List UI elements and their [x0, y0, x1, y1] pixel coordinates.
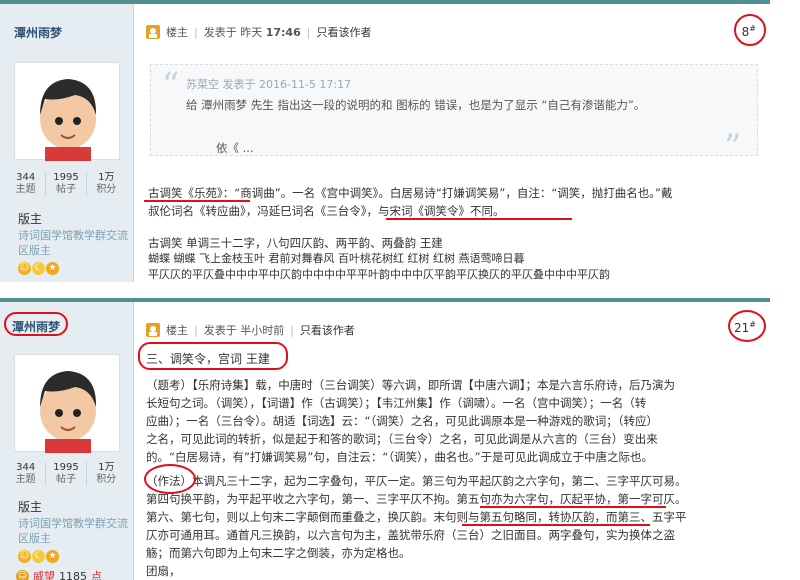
stat-credits[interactable]: 1万 积分	[87, 172, 126, 196]
smiley-medal-icon[interactable]: ☺	[18, 262, 31, 275]
owner-label: 楼主	[166, 324, 188, 337]
stat-topics[interactable]: 344 主题	[6, 462, 47, 486]
annotation-underline-4	[462, 524, 650, 526]
reputation-row: ☺ 威望 1185 点	[16, 568, 102, 580]
zuofa-line: 第六、第七句，则以上句末二字颠倒而重叠之，换仄韵。末句则与第五句略同，转协仄韵，…	[146, 510, 687, 524]
kaozheng-line: （题考）【乐府诗集】载，中唐时（三台调笑）等六调，即所谓【中唐六调】；本是六言乐…	[146, 378, 675, 392]
author-stats: 344 主题 1995 帖子 1万 积分	[6, 172, 126, 196]
zuofa-line: 觞；而第六句即为上句末二字之倒装，亦为定格也。	[146, 546, 411, 560]
zuofa-annotation-circle	[144, 464, 196, 494]
reputation-value: 1185	[59, 569, 87, 580]
floor-annotation-circle	[728, 310, 766, 342]
kaozheng-line: 之名，可见此词的转折，似是起于和答的歌词；（三台令）之名，可见此调是从六言的（三…	[146, 432, 658, 446]
avatar[interactable]	[14, 62, 120, 161]
poster-icon	[146, 323, 160, 337]
stat-credits[interactable]: 1万 积分	[87, 462, 126, 486]
post-floor-8: 潭州雨梦 344 主题 1995 帖子 1万 积分 版主 诗词国学馆教学群交流区…	[0, 0, 770, 282]
author-stats: 344 主题 1995 帖子 1万 积分	[6, 462, 126, 486]
user-rank: 版主	[18, 500, 43, 514]
zuofa-line: 团扇，	[146, 564, 181, 578]
only-author-link[interactable]: 只看该作者	[300, 322, 355, 338]
user-rank: 版主	[18, 212, 43, 226]
post-date: 发表于 昨天	[203, 26, 263, 39]
author-sidebar: 潭州雨梦 344 主题 1995 帖子 1万 积分 版主 诗词国学馆教学群交流区…	[0, 302, 134, 580]
post-content: 楼主 | 发表于 昨天 17:46 | 只看该作者 8# “ ” 苏菜空 发表于…	[134, 4, 770, 282]
stat-topics[interactable]: 344 主题	[6, 172, 47, 196]
moon-medal-icon[interactable]: ☾	[32, 550, 45, 563]
zuofa-line: 仄亦可通用耳。通首凡三换韵，以六言句为主，盖犹带乐府（三台）之旧面目。两字叠句，…	[146, 528, 675, 542]
kaozheng-line: 的。“白居易诗，有”打嫌调笑易”句，自注云：“（调笑），曲名也。”于是可见此调成…	[146, 450, 654, 464]
annotation-underline-2	[386, 218, 572, 220]
floor-annotation-circle	[734, 14, 766, 46]
quote-tail: 依《 ...	[216, 141, 254, 155]
para2-line3: 平仄仄的平仄叠中中中平中仄韵中中中中平平叶韵中中中仄平韵平仄换仄的平仄叠中中中平…	[148, 268, 610, 281]
name-annotation-circle	[4, 312, 68, 336]
only-author-link[interactable]: 只看该作者	[316, 24, 371, 40]
post-meta: 楼主 | 发表于 半小时前 | 只看该作者	[146, 322, 355, 338]
open-quote-icon: “	[162, 65, 180, 105]
zuofa-line: （作法）本调凡三十二字，起为二字叠句，平仄一定。第三句为平起仄韵之六字句，第二、…	[146, 474, 687, 488]
post-time: 17:46	[265, 25, 301, 39]
stat-posts[interactable]: 1995 帖子	[46, 172, 87, 196]
smiley-medal-icon[interactable]: ☺	[18, 550, 31, 563]
author-name[interactable]: 潭州雨梦	[14, 24, 62, 41]
owner-label: 楼主	[166, 26, 188, 39]
kaozheng-line: 应曲）；一名（三台令）。胡适【词选】云：“（调笑）之名，可见此调原本是一种游戏的…	[146, 414, 658, 428]
user-group[interactable]: 诗词国学馆教学群交流区版主	[18, 228, 128, 258]
annotation-underline-3	[480, 506, 666, 508]
post-date: 发表于 半小时前	[203, 324, 285, 337]
reputation-icon: ☺	[16, 569, 29, 580]
medal-row: ☺ ☾ ★	[18, 262, 59, 275]
kaozheng-line: 长短句之词。（调笑），【词谱】作（古调笑）；【韦江州集】作（调啸）。一名（宫中调…	[146, 396, 647, 410]
stat-posts[interactable]: 1995 帖子	[46, 462, 87, 486]
article-body: （题考）【乐府诗集】载，中唐时（三台调笑）等六调，即所谓【中唐六调】；本是六言乐…	[146, 376, 756, 580]
post-content: 楼主 | 发表于 半小时前 | 只看该作者 21# 三、调笑令，宫词 王建 （题…	[134, 302, 770, 580]
poster-icon	[146, 25, 160, 39]
star-medal-icon[interactable]: ★	[46, 550, 59, 563]
post-floor-21: 潭州雨梦 344 主题 1995 帖子 1万 积分 版主 诗词国学馆教学群交流区…	[0, 298, 770, 580]
quote-header: 苏菜空 发表于 2016-11-5 17:17	[186, 78, 352, 91]
quote-text: 给 潭州雨梦 先生 指出这一段的说明的和 图标的 错误，也是为了显示 “自己有渗…	[186, 98, 646, 112]
close-quote-icon: ”	[724, 127, 742, 167]
reputation-unit: 点	[91, 570, 102, 580]
avatar[interactable]	[14, 354, 120, 453]
user-group[interactable]: 诗词国学馆教学群交流区版主	[18, 516, 128, 546]
star-medal-icon[interactable]: ★	[46, 262, 59, 275]
moon-medal-icon[interactable]: ☾	[32, 262, 45, 275]
annotation-underline-1	[144, 200, 250, 202]
title-annotation-circle	[138, 342, 288, 370]
medal-row: ☺ ☾ ★	[18, 550, 59, 563]
post-meta: 楼主 | 发表于 昨天 17:46 | 只看该作者	[146, 24, 371, 40]
author-sidebar: 潭州雨梦 344 主题 1995 帖子 1万 积分 版主 诗词国学馆教学群交流区…	[0, 4, 134, 282]
reputation-label: 威望	[33, 570, 55, 580]
